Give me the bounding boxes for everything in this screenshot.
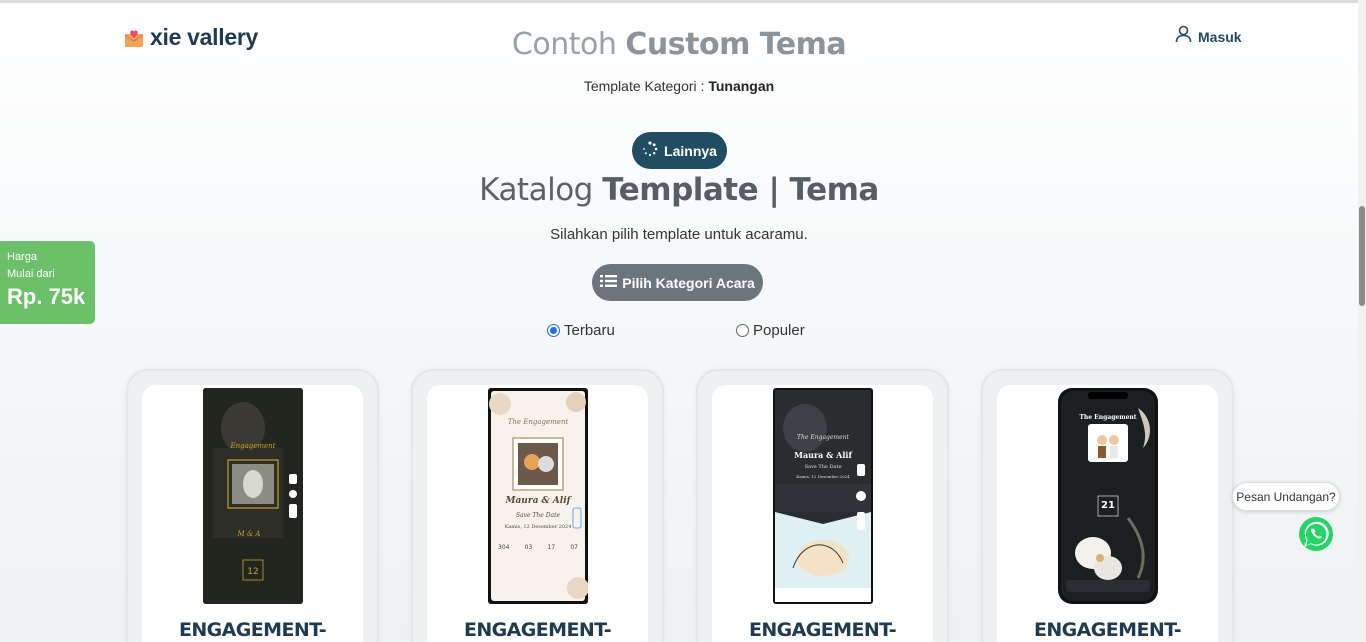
preview-date: Kamis, 12 Desember 2024: [504, 524, 572, 530]
demo-title-light: Contoh: [511, 27, 617, 62]
svg-text:M & A: M & A: [237, 530, 261, 538]
countdown-seconds: 07: [570, 544, 578, 551]
template-card[interactable]: The Engagement 21 ENGAGEMENT-: [981, 369, 1234, 642]
scrollbar-track[interactable]: [1358, 0, 1366, 642]
template-card-title: ENGAGEMENT-: [464, 619, 612, 641]
preview-heading: The Engagement: [797, 434, 849, 441]
price-badge-line1: Harga: [7, 251, 37, 263]
template-card-title: ENGAGEMENT-: [179, 619, 327, 641]
preview-names: Maura & Alif: [794, 450, 852, 460]
svg-text:12: 12: [247, 567, 258, 577]
preview-date: Kamis, 12 Desember 2024: [796, 474, 850, 479]
choose-category-label: Pilih Kategori Acara: [622, 274, 755, 291]
template-card-title: ENGAGEMENT-: [1034, 619, 1182, 641]
whatsapp-icon[interactable]: [1297, 515, 1335, 553]
radio-unchecked[interactable]: [736, 324, 749, 337]
price-badge-value: Rp. 75k: [7, 284, 86, 309]
template-card[interactable]: The Engagement Maura & Alif Save The Dat…: [411, 369, 664, 642]
radio-checked[interactable]: [547, 324, 560, 337]
demo-title: Contoh Custom Tema: [0, 27, 1358, 62]
svg-text:Engagement: Engagement: [230, 442, 276, 450]
template-card-inner[interactable]: The Engagement 21 ENGAGEMENT-: [997, 385, 1218, 642]
preview-save-date: Save The Date: [804, 464, 842, 470]
price-badge[interactable]: Harga Mulai dari Rp. 75k: [0, 241, 95, 324]
template-category-line: Template Kategori : Tunangan: [0, 78, 1358, 94]
preview-names: Maura & Alif: [505, 496, 571, 506]
choose-category-button[interactable]: Pilih Kategori Acara: [592, 264, 763, 301]
top-border: [0, 0, 1366, 3]
spinner-icon: [642, 141, 658, 160]
catalog-title-light: Katalog: [479, 172, 593, 208]
price-badge-line2: Mulai dari: [7, 268, 55, 280]
sort-newest-label: Terbaru: [564, 322, 615, 339]
template-preview-image[interactable]: The Engagement Maura & Alif Save The Dat…: [773, 388, 873, 604]
preview-save-date: Save The Date: [515, 512, 561, 519]
template-category-label: Template Kategori :: [583, 78, 705, 94]
template-card[interactable]: Engagement M & A 12 ENGAGEMENT-: [126, 369, 379, 642]
preview-countdown: 304 03 17 07: [498, 544, 578, 551]
template-category-value: Tunangan: [708, 78, 775, 94]
demo-title-bold: Custom Tema: [625, 27, 847, 62]
template-preview-image[interactable]: Engagement M & A 12: [203, 388, 303, 604]
template-card-inner[interactable]: Engagement M & A 12 ENGAGEMENT-: [142, 385, 363, 642]
countdown-minutes: 17: [547, 544, 556, 551]
template-card-inner[interactable]: The Engagement Maura & Alif Save The Dat…: [427, 385, 648, 642]
sort-radio-newest[interactable]: Terbaru: [547, 322, 615, 339]
sort-radio-popular[interactable]: Populer: [736, 322, 805, 339]
countdown-days: 304: [498, 544, 510, 551]
sort-popular-label: Populer: [753, 322, 805, 339]
preview-day: 21: [1101, 500, 1115, 511]
catalog-title: Katalog Template | Tema: [0, 172, 1358, 208]
template-preview-image[interactable]: The Engagement 21: [1058, 388, 1158, 604]
catalog-subtitle: Silahkan pilih template untuk acaramu.: [550, 226, 808, 243]
scrollbar-thumb[interactable]: [1359, 206, 1365, 306]
list-icon: [600, 274, 618, 291]
preview-heading: The Engagement: [507, 418, 569, 426]
preview-heading: The Engagement: [1079, 414, 1137, 421]
template-card[interactable]: The Engagement Maura & Alif Save The Dat…: [696, 369, 949, 642]
template-card-title: ENGAGEMENT-: [749, 619, 897, 641]
catalog-title-bold: Template | Tema: [602, 172, 879, 208]
more-button[interactable]: Lainnya: [632, 132, 727, 169]
template-preview-image[interactable]: The Engagement Maura & Alif Save The Dat…: [488, 388, 588, 604]
whatsapp-tooltip[interactable]: Pesan Undangan?: [1232, 482, 1340, 511]
template-card-inner[interactable]: The Engagement Maura & Alif Save The Dat…: [712, 385, 933, 642]
countdown-hours: 03: [524, 544, 533, 551]
more-button-label: Lainnya: [664, 142, 717, 159]
